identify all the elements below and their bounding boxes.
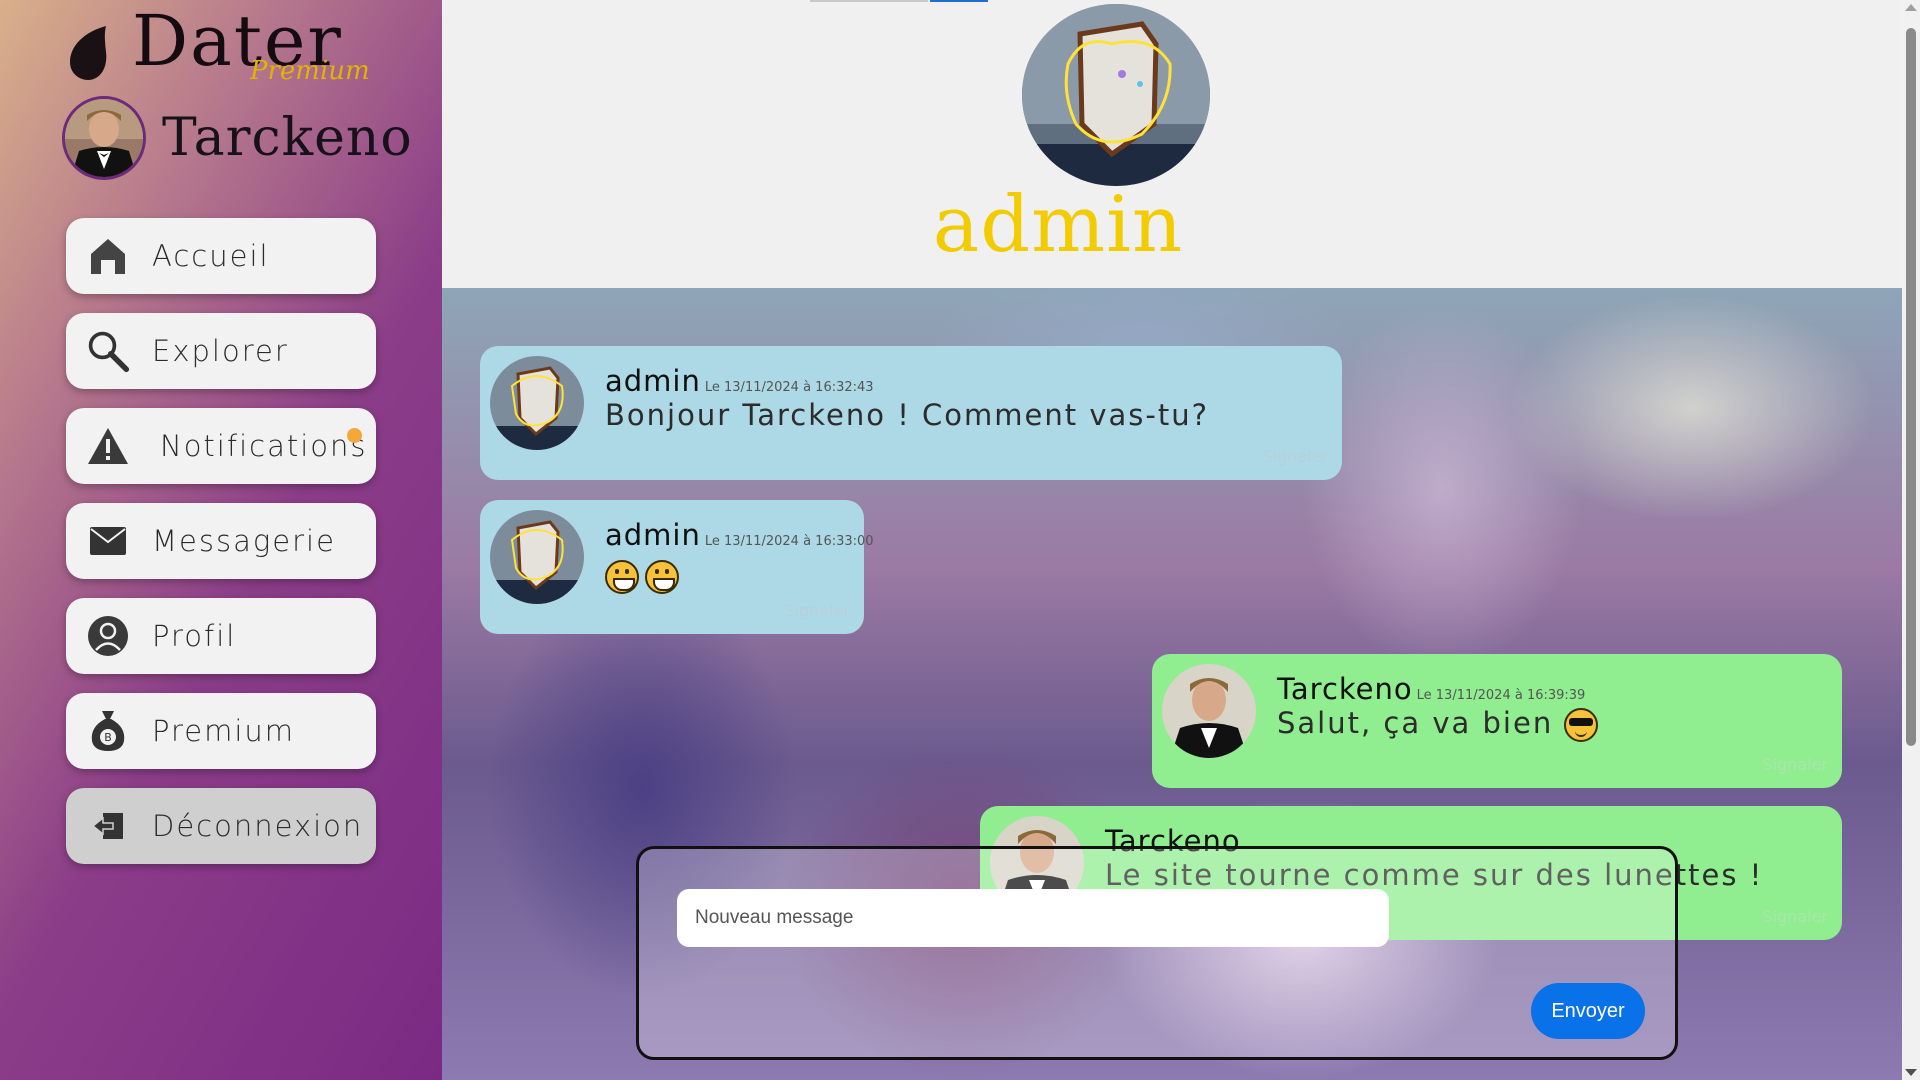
author-name: admin bbox=[605, 364, 701, 398]
message-list[interactable]: admin Le 13/11/2024 à 16:32:43 Bonjour Ta… bbox=[442, 288, 1902, 1080]
divider bbox=[930, 0, 988, 2]
nav-label: Explorer bbox=[152, 334, 289, 368]
page-scrollbar[interactable] bbox=[1902, 0, 1920, 1080]
nav-label: Déconnexion bbox=[152, 809, 364, 843]
user-name: Tarckeno bbox=[162, 108, 413, 168]
scrollbar-thumb[interactable] bbox=[1906, 28, 1916, 746]
conversation-header: admin bbox=[442, 0, 1902, 288]
message-input[interactable] bbox=[677, 889, 1389, 947]
nav-label: Profil bbox=[152, 619, 237, 653]
leaf-logo-icon bbox=[70, 26, 107, 80]
send-button[interactable]: Envoyer bbox=[1531, 983, 1645, 1039]
author-name: admin bbox=[605, 518, 701, 552]
message-timestamp: Le 13/11/2024 à 16:32:43 bbox=[704, 380, 874, 395]
message-author: admin Le 13/11/2024 à 16:32:43 bbox=[605, 364, 874, 398]
notification-badge bbox=[347, 428, 362, 443]
report-link[interactable]: Signaler bbox=[1762, 907, 1828, 926]
avatar[interactable] bbox=[490, 356, 584, 450]
message-bubble: Tarckeno Le 13/11/2024 à 16:39:39 Salut, … bbox=[1152, 654, 1842, 788]
message-text bbox=[605, 558, 685, 594]
nav-item-deconnexion[interactable]: Déconnexion bbox=[66, 788, 376, 864]
message-author: admin Le 13/11/2024 à 16:33:00 bbox=[605, 518, 874, 552]
message-author: Tarckeno Le 13/11/2024 à 16:39:39 bbox=[1277, 672, 1585, 706]
author-name: Tarckeno bbox=[1277, 672, 1413, 706]
brand-logo[interactable]: Dater Premium bbox=[66, 0, 386, 86]
message-bubble: admin Le 13/11/2024 à 16:33:00 Signaler bbox=[480, 500, 874, 634]
message-bubble: admin Le 13/11/2024 à 16:32:43 Bonjour Ta… bbox=[480, 346, 1342, 480]
avatar[interactable] bbox=[62, 96, 146, 180]
divider bbox=[810, 0, 928, 2]
nav-item-premium[interactable]: B Premium bbox=[66, 693, 376, 769]
sunglasses-face-icon bbox=[1564, 708, 1599, 742]
logout-icon bbox=[86, 804, 130, 848]
grinning-face-icon bbox=[645, 560, 679, 594]
warning-icon bbox=[86, 424, 130, 468]
message-text-content: Salut, ça va bien bbox=[1277, 706, 1554, 740]
grinning-face-icon bbox=[605, 560, 639, 594]
brand-tier: Premium bbox=[250, 56, 370, 86]
nav-item-messagerie[interactable]: Messagerie bbox=[66, 503, 376, 579]
nav-label: Notifications bbox=[160, 429, 368, 463]
conversation-panel: admin admin Le 13/11/2024 à 16:32:43 Bonj… bbox=[442, 0, 1902, 1080]
main-nav: Accueil Explorer Notifications Messageri… bbox=[66, 218, 376, 883]
avatar[interactable] bbox=[490, 510, 584, 604]
nav-label: Premium bbox=[152, 714, 296, 748]
svg-text:B: B bbox=[104, 731, 112, 744]
scroll-up-icon[interactable] bbox=[1905, 4, 1917, 11]
message-text: Bonjour Tarckeno ! Comment vas-tu? bbox=[605, 398, 1209, 432]
contact-name: admin bbox=[932, 180, 1184, 270]
nav-item-explorer[interactable]: Explorer bbox=[66, 313, 376, 389]
avatar[interactable] bbox=[1162, 664, 1256, 758]
contact-avatar[interactable] bbox=[1022, 4, 1210, 186]
nav-item-profil[interactable]: Profil bbox=[66, 598, 376, 674]
nav-item-accueil[interactable]: Accueil bbox=[66, 218, 376, 294]
home-icon bbox=[86, 234, 130, 278]
scroll-down-icon[interactable] bbox=[1905, 1069, 1917, 1076]
nav-label: Messagerie bbox=[152, 524, 336, 558]
report-link[interactable]: Signaler bbox=[1762, 755, 1828, 774]
nav-label: Accueil bbox=[152, 239, 270, 273]
nav-item-notifications[interactable]: Notifications bbox=[66, 408, 376, 484]
sidebar: Dater Premium Tarckeno Accueil Explorer … bbox=[0, 0, 442, 1080]
search-icon bbox=[86, 329, 130, 373]
message-timestamp: Le 13/11/2024 à 16:39:39 bbox=[1416, 688, 1586, 703]
mail-icon bbox=[86, 519, 130, 563]
user-icon bbox=[86, 614, 130, 658]
report-link[interactable]: Signaler bbox=[784, 601, 850, 620]
money-bag-icon: B bbox=[86, 709, 130, 753]
report-link[interactable]: Signaler bbox=[1262, 447, 1328, 466]
message-composer: Envoyer bbox=[636, 846, 1678, 1060]
message-timestamp: Le 13/11/2024 à 16:33:00 bbox=[704, 534, 874, 549]
message-text: Salut, ça va bien bbox=[1277, 706, 1604, 742]
